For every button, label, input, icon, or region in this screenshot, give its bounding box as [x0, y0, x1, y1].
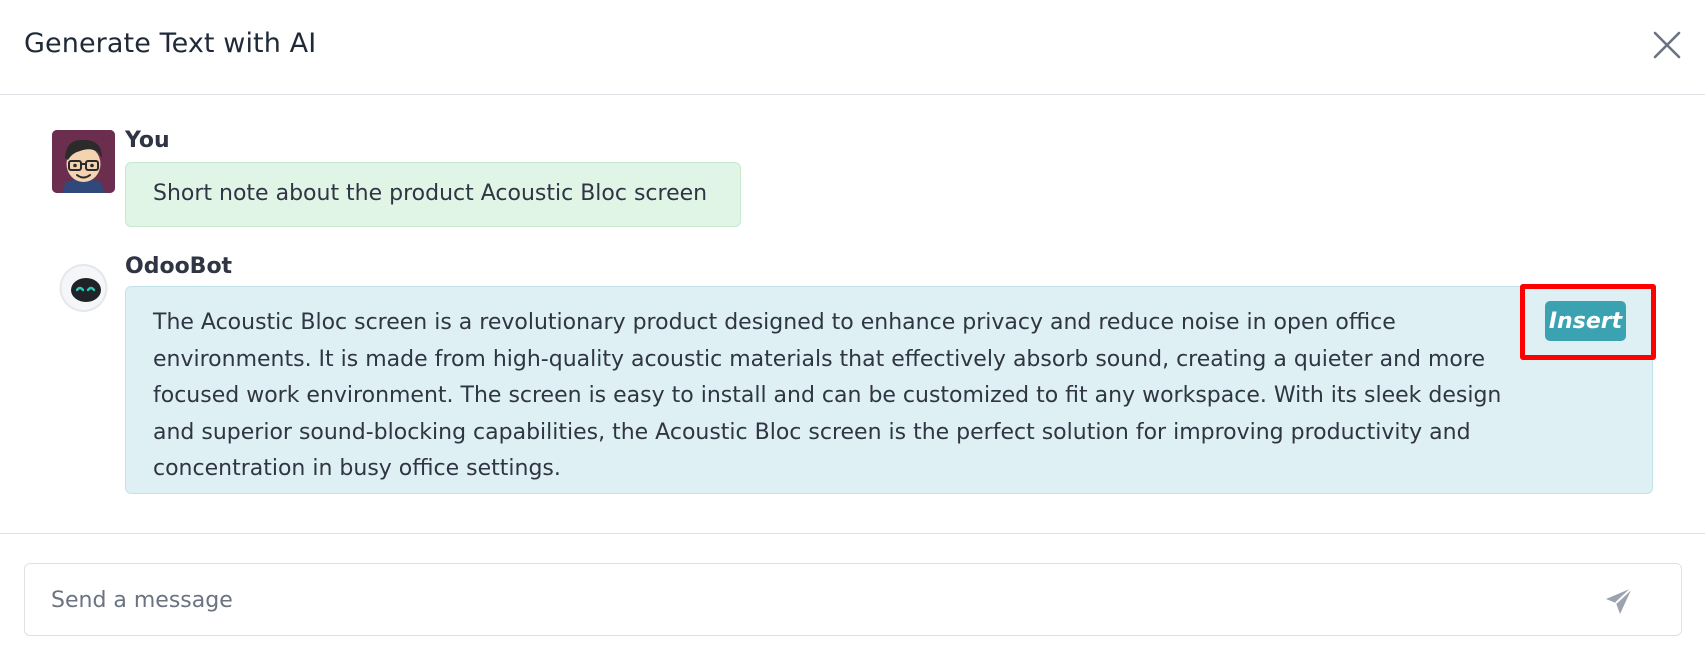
close-icon: [1653, 31, 1681, 59]
ai-text-dialog: Generate Text with AI You Short note abo…: [0, 0, 1705, 664]
message-author: OdooBot: [125, 254, 233, 279]
send-icon: [1606, 587, 1633, 614]
odoobot-avatar: [57, 261, 110, 314]
message-text: The Acoustic Bloc screen is a revolution…: [153, 310, 1502, 481]
message-author: You: [125, 128, 170, 153]
send-button[interactable]: [1603, 585, 1635, 617]
user-avatar: [52, 130, 115, 193]
bot-message-bubble: The Acoustic Bloc screen is a revolution…: [125, 286, 1653, 494]
message-input-wrapper: [24, 563, 1682, 636]
message-input[interactable]: [51, 580, 1571, 620]
message-text: Short note about the product Acoustic Bl…: [153, 181, 708, 206]
close-button[interactable]: [1652, 30, 1682, 60]
composer: [0, 533, 1705, 664]
user-message-bubble: Short note about the product Acoustic Bl…: [125, 162, 741, 227]
dialog-header: Generate Text with AI: [0, 0, 1705, 95]
insert-button[interactable]: Insert: [1545, 301, 1626, 341]
dialog-title: Generate Text with AI: [24, 28, 317, 59]
conversation: You Short note about the product Acousti…: [0, 96, 1705, 533]
